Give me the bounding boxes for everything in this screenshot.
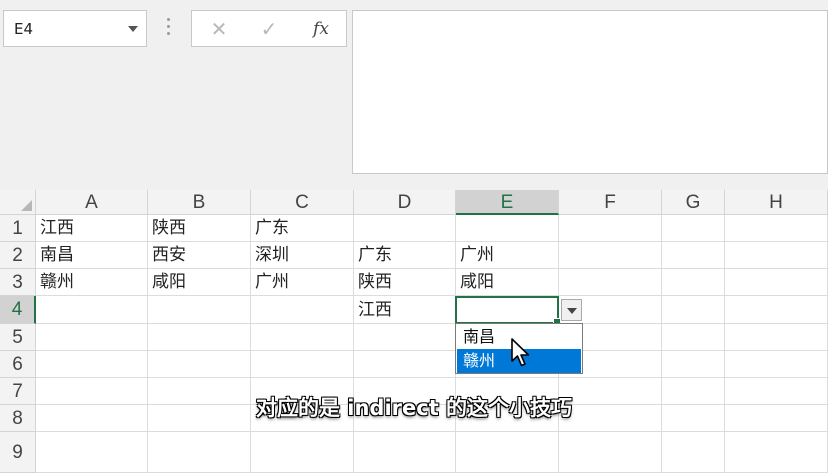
dropdown-button[interactable] [561, 299, 582, 321]
select-all-icon [21, 200, 32, 211]
column-header-a[interactable]: A [36, 190, 148, 215]
cell-d2[interactable]: 广东 [354, 242, 456, 269]
row-header-9[interactable]: 9 [0, 432, 36, 473]
cell-b2[interactable]: 西安 [148, 242, 251, 269]
chevron-down-icon [567, 308, 577, 314]
cell-a1[interactable]: 江西 [36, 215, 148, 242]
fx-icon[interactable]: fx [306, 16, 336, 42]
select-all-button[interactable] [0, 190, 36, 215]
row-header-1[interactable]: 1 [0, 215, 36, 242]
video-caption: 对应的是 indirect 的这个小技巧 [255, 396, 573, 420]
column-header-c[interactable]: C [251, 190, 354, 215]
cell-d4[interactable]: 江西 [354, 296, 456, 324]
row-header-6[interactable]: 6 [0, 351, 36, 378]
grid-line [36, 350, 828, 351]
row-header-5[interactable]: 5 [0, 324, 36, 351]
grid-line [36, 377, 828, 378]
cell-c3[interactable]: 广州 [251, 269, 354, 296]
drag-handle-icon[interactable] [167, 15, 171, 41]
cell-b3[interactable]: 咸阳 [148, 269, 251, 296]
cancel-icon[interactable]: ✕ [204, 16, 234, 42]
column-header-e[interactable]: E [456, 190, 559, 215]
cell-e3[interactable]: 咸阳 [456, 269, 559, 296]
active-cell-e4[interactable] [455, 296, 561, 326]
column-header-b[interactable]: B [148, 190, 251, 215]
enter-icon[interactable]: ✓ [254, 16, 284, 42]
grid-line [661, 215, 662, 473]
column-header-f[interactable]: F [559, 190, 662, 215]
grid-line [724, 215, 725, 473]
cell-c1[interactable]: 广东 [251, 215, 354, 242]
cell-e2[interactable]: 广州 [456, 242, 559, 269]
cell-c2[interactable]: 深圳 [251, 242, 354, 269]
grid-line [36, 431, 828, 432]
cell-b1[interactable]: 陕西 [148, 215, 251, 242]
mouse-pointer-icon [511, 338, 530, 367]
row-header-3[interactable]: 3 [0, 269, 36, 296]
column-header-h[interactable]: H [725, 190, 828, 215]
cell-a2[interactable]: 南昌 [36, 242, 148, 269]
row-header-4[interactable]: 4 [0, 296, 36, 324]
row-header-2[interactable]: 2 [0, 242, 36, 269]
cell-d3[interactable]: 陕西 [354, 269, 456, 296]
cell-a3[interactable]: 赣州 [36, 269, 148, 296]
spreadsheet-grid: A B C D E F G H 1 2 3 4 5 6 7 8 9 江西 陕西 广东 南昌 西安 深圳 广东 广州 赣州 咸阳 广州陕… [0, 190, 828, 473]
column-header-g[interactable]: G [662, 190, 725, 215]
chevron-down-icon[interactable] [128, 26, 138, 32]
formula-buttons: ✕ ✓ fx [191, 10, 347, 47]
formula-input[interactable] [352, 10, 828, 174]
column-header-d[interactable]: D [354, 190, 456, 215]
name-box[interactable]: E4 [3, 10, 147, 47]
name-box-value: E4 [14, 20, 34, 38]
